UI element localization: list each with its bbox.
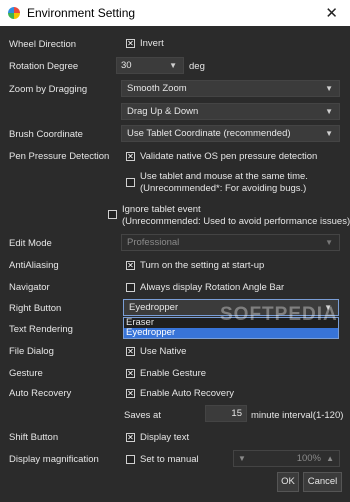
- rotation-degree-label: Rotation Degree: [9, 61, 79, 72]
- cancel-button[interactable]: Cancel: [303, 472, 342, 492]
- file-dialog-label: File Dialog: [9, 346, 54, 357]
- pen-pressure-label: Pen Pressure Detection: [9, 151, 110, 162]
- set-to-manual-label: Set to manual: [140, 454, 199, 465]
- set-to-manual-checkbox[interactable]: [126, 455, 135, 464]
- antialiasing-checkbox-label: Turn on the setting at start-up: [140, 260, 265, 271]
- chevron-down-icon: ▼: [169, 61, 177, 70]
- rotation-degree-spinbox[interactable]: 30 ▼: [116, 57, 184, 74]
- wheel-direction-label: Wheel Direction: [9, 39, 77, 50]
- right-button-value: Eyedropper: [129, 302, 179, 313]
- enable-auto-recovery-checkbox[interactable]: ✕: [126, 389, 135, 398]
- ignore-tablet-line2: (Unrecommended: Used to avoid performanc…: [122, 216, 350, 227]
- edit-mode-label: Edit Mode: [9, 238, 52, 249]
- zoom-mode-select[interactable]: Smooth Zoom ▼: [121, 80, 340, 97]
- window-title: Environment Setting: [27, 6, 136, 20]
- settings-panel: Wheel Direction ✕ Invert Rotation Degree…: [0, 26, 350, 502]
- zoom-by-dragging-label: Zoom by Dragging: [9, 84, 88, 95]
- app-icon: [8, 7, 20, 19]
- ok-button[interactable]: OK: [277, 472, 299, 492]
- use-native-checkbox[interactable]: ✕: [126, 347, 135, 356]
- enable-gesture-label: Enable Gesture: [140, 368, 207, 379]
- display-text-label: Display text: [140, 432, 190, 443]
- tablet-mouse-line1: Use tablet and mouse at the same time.: [140, 171, 308, 182]
- navigator-label: Navigator: [9, 282, 50, 293]
- magnification-value: 100%: [296, 453, 321, 464]
- chevron-up-icon: ▲: [326, 454, 334, 463]
- right-button-label: Right Button: [9, 303, 62, 314]
- display-magnification-label: Display magnification: [9, 454, 99, 465]
- zoom-drag-direction-value: Drag Up & Down: [127, 106, 199, 117]
- enable-auto-recovery-label: Enable Auto Recovery: [140, 388, 235, 399]
- validate-pen-pressure-checkbox[interactable]: ✕: [126, 152, 135, 161]
- gesture-label: Gesture: [9, 368, 43, 379]
- invert-checkbox[interactable]: ✕: [126, 39, 135, 48]
- title-bar: Environment Setting ✕: [0, 0, 350, 26]
- option-eyedropper[interactable]: Eyedropper: [124, 328, 338, 338]
- auto-recovery-label: Auto Recovery: [9, 388, 72, 399]
- zoom-mode-value: Smooth Zoom: [127, 83, 187, 94]
- invert-label: Invert: [140, 38, 164, 49]
- text-rendering-label: Text Rendering: [9, 324, 73, 335]
- rotation-degree-value: 30: [121, 60, 132, 71]
- chevron-down-icon: ▼: [325, 238, 333, 247]
- saves-at-label: Saves at: [124, 410, 161, 421]
- validate-pen-pressure-label: Validate native OS pen pressure detectio…: [140, 151, 318, 162]
- antialiasing-checkbox[interactable]: ✕: [126, 261, 135, 270]
- chevron-down-icon: ▼: [238, 454, 246, 463]
- ignore-tablet-line1: Ignore tablet event: [122, 204, 201, 215]
- magnification-spinbox[interactable]: ▼ 100% ▲: [233, 450, 340, 467]
- chevron-down-icon: ▼: [325, 129, 333, 138]
- chevron-down-icon: ▼: [325, 84, 333, 93]
- tablet-mouse-line2: (Unrecommended*: For avoiding bugs.): [140, 183, 307, 194]
- brush-coordinate-select[interactable]: Use Tablet Coordinate (recommended) ▼: [121, 125, 340, 142]
- rotation-angle-bar-label: Always display Rotation Angle Bar: [140, 282, 285, 293]
- saves-at-spinbox[interactable]: 15: [205, 405, 247, 422]
- use-native-label: Use Native: [140, 346, 187, 357]
- softpedia-watermark: SOFTPEDIA: [220, 304, 338, 325]
- edit-mode-select[interactable]: Professional ▼: [121, 234, 340, 251]
- minute-interval-text: minute interval(1-120): [251, 410, 344, 421]
- brush-coordinate-value: Use Tablet Coordinate (recommended): [127, 128, 291, 139]
- close-icon[interactable]: ✕: [325, 4, 338, 22]
- display-text-checkbox[interactable]: ✕: [126, 433, 135, 442]
- brush-coordinate-label: Brush Coordinate: [9, 129, 83, 140]
- enable-gesture-checkbox[interactable]: ✕: [126, 369, 135, 378]
- rotation-angle-bar-checkbox[interactable]: [126, 283, 135, 292]
- deg-unit: deg: [189, 61, 205, 72]
- tablet-mouse-same-time-checkbox[interactable]: [126, 178, 135, 187]
- saves-at-value: 15: [231, 408, 242, 419]
- ignore-tablet-event-checkbox[interactable]: [108, 210, 117, 219]
- chevron-down-icon: ▼: [325, 107, 333, 116]
- edit-mode-value: Professional: [127, 237, 180, 248]
- antialiasing-label: AntiAliasing: [9, 260, 59, 271]
- shift-button-label: Shift Button: [9, 432, 59, 443]
- zoom-drag-direction-select[interactable]: Drag Up & Down ▼: [121, 103, 340, 120]
